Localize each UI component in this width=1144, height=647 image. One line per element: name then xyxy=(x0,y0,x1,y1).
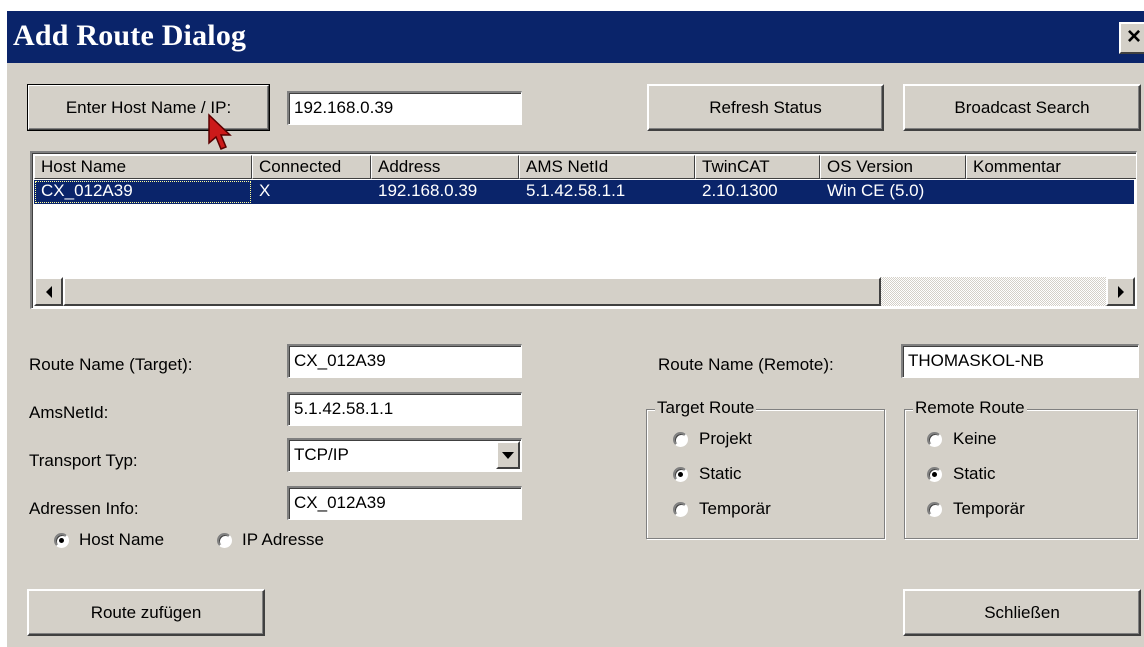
ip-adresse-radio[interactable] xyxy=(217,533,232,548)
add-route-button[interactable]: Route zufügen xyxy=(27,589,265,636)
host-name-radio-label: Host Name xyxy=(79,530,165,549)
route-name-remote-label: Route Name (Remote): xyxy=(658,355,834,374)
target-route-temporaer-radio[interactable] xyxy=(673,502,688,517)
column-connected[interactable]: Connected xyxy=(252,155,371,179)
column-host-name[interactable]: Host Name xyxy=(34,155,252,179)
transport-type-label: Transport Typ: xyxy=(29,451,138,470)
cell-host-name: CX_012A39 xyxy=(34,180,252,204)
target-route-static-label: Static xyxy=(699,464,742,483)
cell-ams-netid: 5.1.42.58.1.1 xyxy=(526,181,626,200)
radio-selected-dot xyxy=(678,472,683,477)
cell-os-version: Win CE (5.0) xyxy=(827,181,925,200)
title-bar[interactable]: Add Route Dialog × xyxy=(7,11,1144,63)
host-ip-input[interactable]: 192.168.0.39 xyxy=(287,91,522,125)
chevron-down-icon[interactable] xyxy=(496,441,520,469)
adressen-info-label: Adressen Info: xyxy=(29,499,139,518)
cell-kommentar xyxy=(966,180,1133,204)
remote-route-static-label: Static xyxy=(953,464,996,483)
broadcast-search-button[interactable]: Broadcast Search xyxy=(903,84,1141,131)
remote-route-group: Remote Route Keine Static Temporär xyxy=(904,398,1138,539)
cell-address: 192.168.0.39 xyxy=(378,181,478,200)
column-os-version[interactable]: OS Version xyxy=(820,155,966,179)
cell-connected: X xyxy=(259,181,271,200)
scrollbar-thumb[interactable] xyxy=(63,277,881,306)
table-row[interactable]: CX_012A39 X 192.168.0.39 5.1.42.58.1.1 2… xyxy=(34,180,1134,204)
column-kommentar[interactable]: Kommentar xyxy=(966,155,1136,179)
route-name-target-input[interactable]: CX_012A39 xyxy=(287,344,522,378)
host-name-radio[interactable] xyxy=(54,533,69,548)
horizontal-scrollbar[interactable] xyxy=(34,277,1135,306)
remote-route-static-radio[interactable] xyxy=(927,467,942,482)
route-list[interactable]: Host Name Connected Address AMS NetId Tw… xyxy=(30,151,1137,309)
refresh-status-button[interactable]: Refresh Status xyxy=(647,84,884,131)
mouse-pointer-icon xyxy=(208,113,232,150)
scroll-right-arrow-icon[interactable] xyxy=(1106,277,1135,306)
target-route-projekt-label: Projekt xyxy=(699,429,752,448)
target-route-group: Target Route Projekt Static Temporär xyxy=(646,398,885,539)
target-route-projekt-radio[interactable] xyxy=(673,432,688,447)
transport-type-value: TCP/IP xyxy=(294,445,349,464)
route-name-target-label: Route Name (Target): xyxy=(29,355,193,374)
scroll-left-arrow-icon[interactable] xyxy=(34,277,63,306)
close-icon[interactable]: × xyxy=(1119,22,1144,54)
target-route-static-radio[interactable] xyxy=(673,467,688,482)
enter-host-button[interactable]: Enter Host Name / IP: xyxy=(27,84,270,131)
target-route-title: Target Route xyxy=(655,398,757,418)
transport-type-select[interactable]: TCP/IP xyxy=(287,438,522,472)
radio-selected-dot xyxy=(59,538,64,543)
close-button[interactable]: Schließen xyxy=(903,589,1141,636)
add-route-dialog: Add Route Dialog × Enter Host Name / IP:… xyxy=(6,10,1144,647)
target-route-temporaer-label: Temporär xyxy=(699,499,771,518)
adressen-info-input[interactable]: CX_012A39 xyxy=(287,486,522,520)
list-header: Host Name Connected Address AMS NetId Tw… xyxy=(34,155,1136,179)
remote-route-title: Remote Route xyxy=(913,398,1027,418)
remote-route-keine-radio[interactable] xyxy=(927,432,942,447)
remote-route-temporaer-label: Temporär xyxy=(953,499,1025,518)
amsnetid-label: AmsNetId: xyxy=(29,403,109,422)
remote-route-temporaer-radio[interactable] xyxy=(927,502,942,517)
radio-selected-dot xyxy=(932,472,937,477)
remote-route-keine-label: Keine xyxy=(953,429,997,448)
ip-adresse-radio-label: IP Adresse xyxy=(242,530,324,549)
route-name-remote-input[interactable]: THOMASKOL-NB xyxy=(901,344,1139,378)
column-twincat[interactable]: TwinCAT xyxy=(695,155,820,179)
cell-twincat: 2.10.1300 xyxy=(702,181,778,200)
window-title: Add Route Dialog xyxy=(13,19,247,52)
amsnetid-input[interactable]: 5.1.42.58.1.1 xyxy=(287,392,522,426)
column-ams-netid[interactable]: AMS NetId xyxy=(519,155,695,179)
column-address[interactable]: Address xyxy=(371,155,519,179)
